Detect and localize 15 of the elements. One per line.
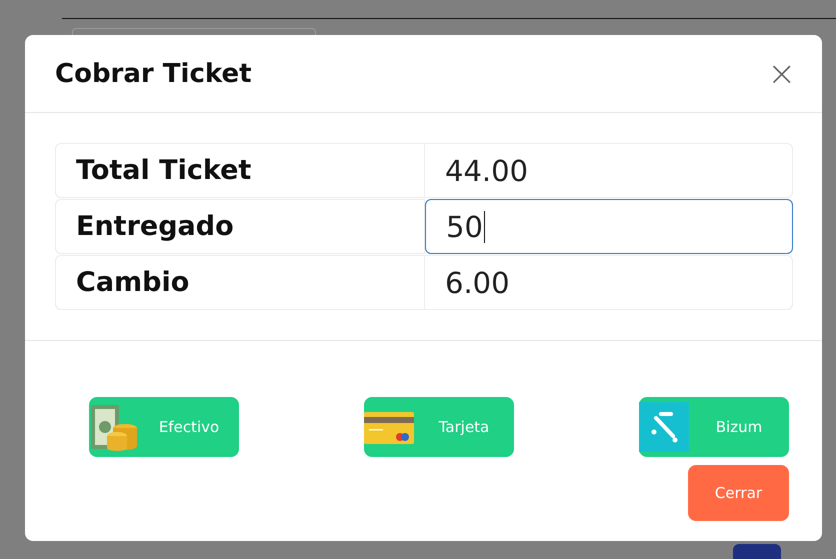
row-label: Total Ticket [55, 143, 425, 198]
row-label: Entregado [55, 199, 425, 254]
row-value: 44.00 [425, 143, 793, 198]
close-dialog-button[interactable]: Cerrar [688, 465, 789, 521]
row-label: Cambio [55, 255, 425, 310]
bizum-logo-icon [639, 402, 689, 452]
payment-button[interactable]: Tarjeta [364, 397, 514, 457]
payment-button[interactable]: Efectivo [89, 397, 239, 457]
input-field[interactable]: 50 [425, 199, 793, 254]
text-caret [484, 210, 486, 242]
close-button[interactable]: × [768, 56, 796, 90]
row-value: 6.00 [425, 255, 793, 310]
dialog-title: Cobrar Ticket [55, 58, 252, 88]
cash-icon [89, 402, 139, 452]
payment-button[interactable]: Bizum [639, 397, 789, 457]
